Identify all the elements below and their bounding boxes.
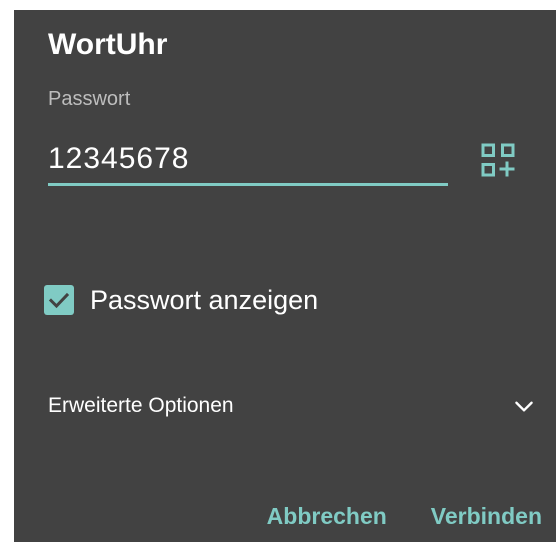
checkmark-icon [48, 292, 70, 309]
cancel-button[interactable]: Abbrechen [267, 502, 387, 530]
dialog-actions: Abbrechen Verbinden [267, 502, 542, 530]
qr-code-add-icon [481, 143, 515, 177]
advanced-options-label: Erweiterte Optionen [48, 394, 234, 417]
connect-button[interactable]: Verbinden [431, 502, 542, 530]
password-field-label: Passwort [48, 88, 131, 110]
dialog-title: WortUhr [48, 28, 168, 61]
show-password-toggle[interactable]: Passwort anzeigen [44, 278, 318, 322]
show-password-label: Passwort anzeigen [90, 285, 319, 315]
show-password-checkbox[interactable] [44, 285, 74, 315]
advanced-options-toggle[interactable]: Erweiterte Optionen [48, 386, 538, 426]
chevron-down-icon [510, 392, 538, 420]
password-input[interactable] [48, 138, 448, 186]
qr-scan-button[interactable] [476, 138, 520, 182]
wifi-connect-dialog: WortUhr Passwort Passwort anzeigen Erwei… [14, 10, 556, 542]
